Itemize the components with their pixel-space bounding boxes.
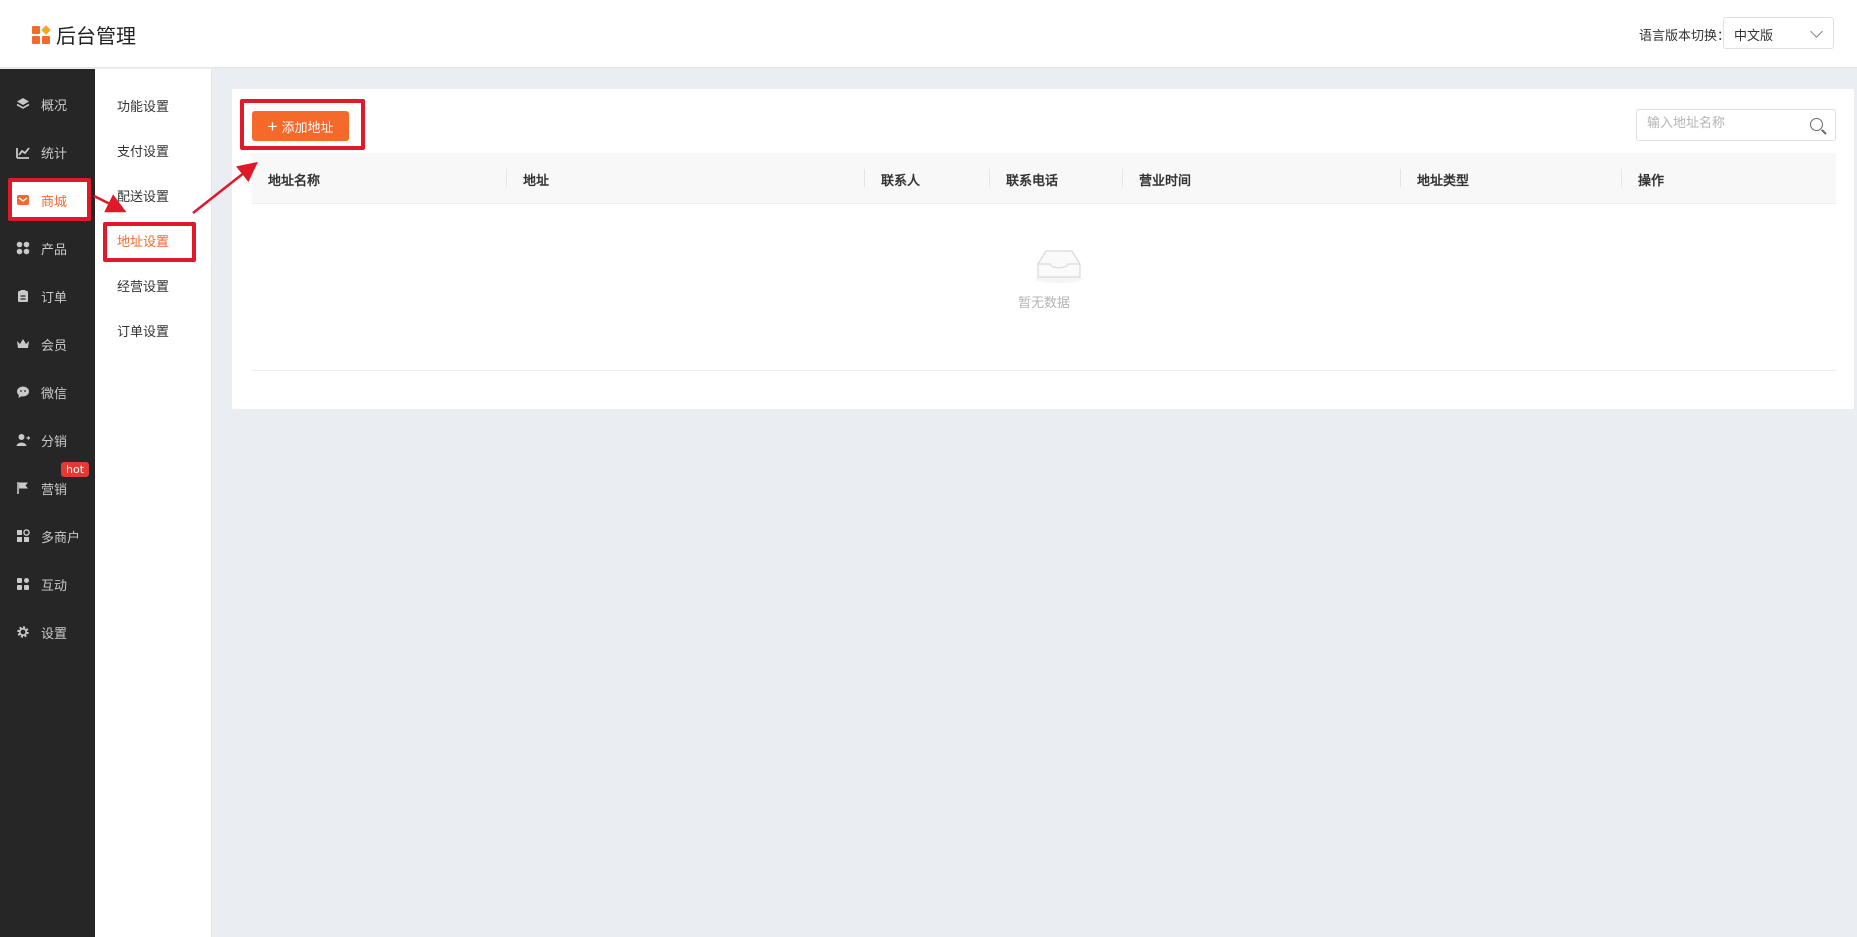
apps-icon [16,241,30,255]
column-header-address: 地址 [523,174,550,189]
search-icon[interactable] [1810,118,1823,131]
search-input[interactable] [1647,116,1797,131]
app-title: 后台管理 [56,24,136,48]
layers-icon [16,97,30,111]
highlight-box-mall [8,178,91,221]
language-select[interactable]: 中文版 [1723,17,1834,49]
logo[interactable]: 后台管理 [32,20,136,49]
sidebar-item-wechat[interactable]: 微信 [0,372,95,412]
sidebar-item-label: 统计 [41,146,68,162]
subnav-item-payment[interactable]: 支付设置 [117,141,169,160]
search-box [1636,109,1836,141]
column-divider [1621,169,1622,187]
sidebar-item-label: 订单 [41,290,68,306]
flag-icon [16,481,30,495]
sidebar-item-label: 多商户 [41,530,81,546]
sidebar-item-interaction[interactable]: 互动 [0,564,95,604]
subnav-item-function[interactable]: 功能设置 [117,96,169,115]
empty-text: 暂无数据 [1017,296,1070,311]
user-share-icon [16,433,30,447]
sidebar-item-orders[interactable]: 订单 [0,276,95,316]
sidebar-item-stats[interactable]: 统计 [0,132,95,172]
sidebar-item-label: 互动 [41,578,68,594]
empty-state: 暂无数据 [252,204,1836,371]
sidebar-item-settings[interactable]: 设置 [0,612,95,652]
language-select-value: 中文版 [1734,29,1774,44]
sidebar-item-products[interactable]: 产品 [0,228,95,268]
sidebar-item-label: 产品 [41,242,68,258]
crown-icon [16,337,30,351]
subnav-item-order[interactable]: 订单设置 [117,321,169,340]
content-card: + 添加地址 地址名称 地址 联系人 联系电话 营业时间 地址类型 操作 暂无数… [232,89,1854,409]
empty-inbox-icon [1035,250,1083,283]
column-header-phone: 联系电话 [1006,174,1059,189]
subnav-item-delivery[interactable]: 配送设置 [117,186,169,205]
column-divider [989,169,990,187]
sidebar-item-label: 分销 [41,434,68,450]
sidebar-item-overview[interactable]: 概况 [0,84,95,124]
sidebar-item-members[interactable]: 会员 [0,324,95,364]
column-header-hours: 营业时间 [1139,174,1192,189]
wechat-icon [16,385,30,399]
column-header-contact: 联系人 [881,174,921,189]
clipboard-icon [16,289,30,303]
sidebar-item-label: 设置 [41,626,68,642]
sidebar-item-label: 营销 [41,482,68,498]
sidebar-item-multi-merchant[interactable]: 多商户 [0,516,95,556]
column-divider [1400,169,1401,187]
hot-badge: hot [61,462,90,477]
column-header-type: 地址类型 [1417,174,1470,189]
top-header: 后台管理 语言版本切换： 中文版 [0,0,1857,68]
table-header: 地址名称 地址 联系人 联系电话 营业时间 地址类型 操作 [252,153,1836,204]
column-header-name: 地址名称 [268,174,321,189]
highlight-box-address-settings [103,222,196,262]
store-icon [16,529,30,543]
gear-icon [16,625,30,639]
sidebar-item-label: 会员 [41,338,68,354]
subnav-item-business[interactable]: 经营设置 [117,276,169,295]
column-divider [1122,169,1123,187]
sidebar-item-label: 概况 [41,98,68,114]
column-divider [506,169,507,187]
chart-icon [16,145,30,159]
sub-sidebar: 功能设置 支付设置 配送设置 地址设置 经营设置 订单设置 [95,69,212,937]
highlight-box-add-button [240,99,365,150]
chevron-down-icon [1810,25,1823,38]
column-header-actions: 操作 [1638,174,1665,189]
grid-icon [16,577,30,591]
language-label: 语言版本切换： [1639,29,1731,44]
sidebar-item-distribution[interactable]: 分销 [0,420,95,460]
column-divider [864,169,865,187]
logo-icon [32,24,51,44]
sidebar-item-label: 微信 [41,386,68,402]
